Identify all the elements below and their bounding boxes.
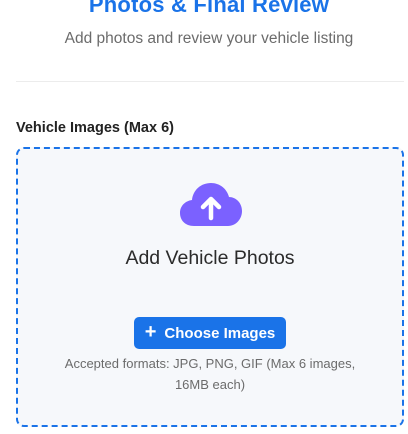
cloud-upload-icon: [180, 183, 242, 226]
page-subtitle: Add photos and review your vehicle listi…: [64, 30, 354, 47]
choose-images-button[interactable]: + Choose Images: [134, 317, 286, 349]
photo-dropzone[interactable]: Add Vehicle Photos + Choose Images Accep…: [16, 147, 404, 427]
choose-images-label: Choose Images: [164, 324, 276, 342]
dropzone-heading: Add Vehicle Photos: [125, 247, 295, 269]
plus-icon: +: [144, 321, 157, 343]
page-title: Photos & Final Review: [88, 0, 330, 17]
vehicle-images-label: Vehicle Images (Max 6): [16, 120, 174, 136]
photos-final-review-page: Photos & Final Review Add photos and rev…: [0, 0, 408, 434]
divider: [16, 81, 404, 82]
accepted-formats-text: Accepted formats: JPG, PNG, GIF (Max 6 i…: [64, 356, 356, 392]
